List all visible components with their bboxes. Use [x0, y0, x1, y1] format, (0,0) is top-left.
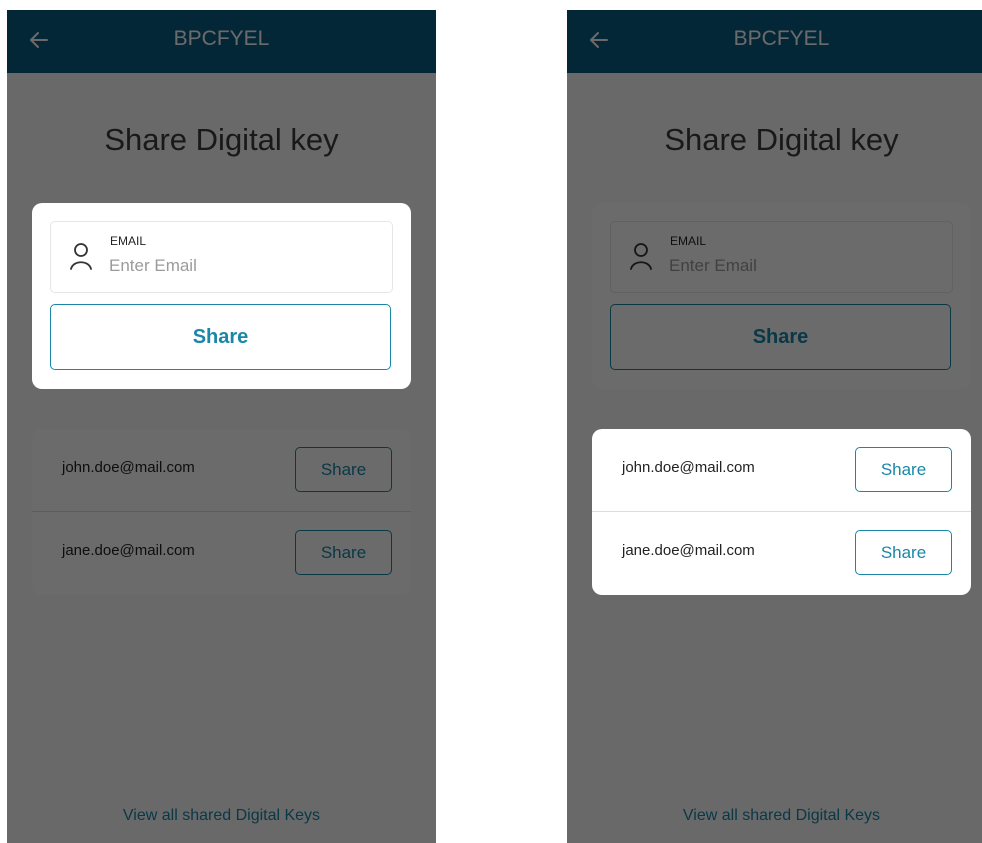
share-button[interactable]: Share	[295, 447, 392, 492]
email-field[interactable]: EMAIL	[610, 221, 953, 293]
app-title: BPCFYEL	[733, 27, 830, 50]
list-item: jane.doe@mail.com Share	[592, 512, 971, 594]
shared-email: john.doe@mail.com	[62, 459, 195, 476]
share-button[interactable]: Share	[855, 447, 952, 492]
shared-email: jane.doe@mail.com	[622, 542, 755, 559]
user-icon	[70, 243, 92, 270]
shared-email: john.doe@mail.com	[622, 459, 755, 476]
share-button[interactable]: Share	[855, 530, 952, 575]
shared-list: john.doe@mail.com Share jane.doe@mail.co…	[32, 429, 411, 595]
app-header: BPCFYEL	[7, 10, 436, 73]
user-icon	[630, 243, 652, 270]
page-title: Share Digital key	[104, 122, 339, 157]
share-button[interactable]: Share	[610, 304, 951, 370]
email-input[interactable]	[669, 253, 929, 279]
list-item: jane.doe@mail.com Share	[32, 512, 411, 594]
share-button[interactable]: Share	[50, 304, 391, 370]
email-input[interactable]	[109, 253, 369, 279]
app-title: BPCFYEL	[173, 27, 270, 50]
page-title: Share Digital key	[664, 122, 899, 157]
list-item: john.doe@mail.com Share	[32, 429, 411, 512]
email-share-card: EMAIL Share	[592, 203, 971, 389]
shared-list: john.doe@mail.com Share jane.doe@mail.co…	[592, 429, 971, 595]
email-field[interactable]: EMAIL	[50, 221, 393, 293]
shared-email: jane.doe@mail.com	[62, 542, 195, 559]
email-label: EMAIL	[110, 234, 147, 248]
share-button[interactable]: Share	[295, 530, 392, 575]
view-all-shared-keys-link[interactable]: View all shared Digital Keys	[567, 807, 982, 825]
email-share-card: EMAIL Share	[32, 203, 411, 389]
email-label: EMAIL	[670, 234, 707, 248]
phone-screen-left: BPCFYEL Share Digital key john.doe@mail.…	[7, 10, 436, 843]
app-header: BPCFYEL	[567, 10, 982, 73]
view-all-shared-keys-link[interactable]: View all shared Digital Keys	[7, 807, 436, 825]
list-item: john.doe@mail.com Share	[592, 429, 971, 512]
phone-screen-right: BPCFYEL Share Digital key EMAIL Share Vi…	[567, 10, 982, 843]
